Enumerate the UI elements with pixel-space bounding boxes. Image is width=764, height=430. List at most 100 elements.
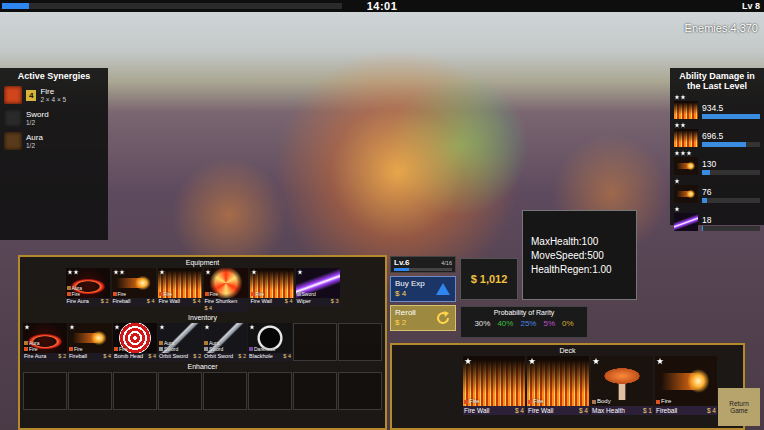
- ball-icon: [674, 185, 698, 203]
- tag-list: Darkness: [249, 346, 275, 352]
- synergy-count: 4: [26, 90, 36, 101]
- empty-slot[interactable]: [158, 372, 202, 410]
- tag-icon: [159, 347, 163, 351]
- button-price: $ 4: [395, 289, 425, 299]
- tag-label: Fire: [118, 291, 127, 297]
- ability-card[interactable]: FireFireball$ 4: [655, 356, 717, 415]
- card-name-strip: Fireball$ 4: [655, 406, 717, 415]
- empty-slot[interactable]: [23, 372, 67, 410]
- ability-card[interactable]: FireFire Wall$ 4: [463, 356, 525, 415]
- empty-slot[interactable]: [293, 323, 337, 361]
- star-icon: [464, 357, 472, 365]
- empty-slot[interactable]: [203, 372, 247, 410]
- ability-card[interactable]: AuraFireFire Aura$ 2: [23, 323, 67, 361]
- section-title: Inventory: [23, 314, 382, 321]
- ability-card[interactable]: FireFire Shuriken$ 4: [204, 268, 248, 312]
- ability-card[interactable]: AuraSwordOrbit Sword$ 2: [158, 323, 202, 361]
- tag-icon: [113, 292, 117, 296]
- return-game-button[interactable]: Return Game: [718, 388, 760, 426]
- ability-card[interactable]: FireFire Wall$ 4: [158, 268, 202, 312]
- stat-line: MaxHealth:100: [531, 236, 628, 247]
- star-icon: [528, 357, 536, 365]
- enhancer-row: [23, 372, 382, 410]
- empty-slot[interactable]: [68, 372, 112, 410]
- ability-card[interactable]: AuraSwordOrbit Sword $ 2: [203, 323, 247, 361]
- card-name-strip: Fireball$ 4: [68, 353, 112, 361]
- card-name: Orbit Sword: [204, 353, 233, 361]
- synergy-tag: Fire: [24, 346, 40, 352]
- empty-slot[interactable]: [113, 372, 157, 410]
- wall-icon: Fire: [250, 268, 294, 298]
- shop-controls: Lv.64/16Buy Exp$ 4Reroll$ 2: [390, 256, 456, 331]
- rarity-value: 40%: [497, 319, 513, 328]
- damage-bar: [702, 114, 760, 119]
- card-name: Fire Wall: [251, 298, 273, 306]
- ability-card[interactable]: DarknessBlackhole$ 4: [248, 323, 292, 361]
- buy-exp-button[interactable]: Buy Exp$ 4: [390, 276, 456, 302]
- card-name-strip: Orbit Sword$ 2: [158, 353, 202, 361]
- stat-line: HealthRegen:1.00: [531, 264, 628, 275]
- rarity-value: 30%: [474, 319, 490, 328]
- tag-label: Sword: [209, 346, 223, 352]
- synergy-tag: Fire: [159, 291, 173, 297]
- tag-icon: [204, 341, 208, 345]
- card-name-strip: Bomb Head$ 4: [113, 353, 157, 361]
- star-rating: [159, 269, 165, 275]
- tag-icon: [592, 400, 596, 404]
- card-name: Fire Aura: [24, 353, 46, 361]
- wall-icon: [674, 129, 698, 147]
- tag-icon: [249, 347, 253, 351]
- deck-panel: DeckFireFire Wall$ 4FireFire Wall$ 4Body…: [390, 343, 745, 430]
- empty-slot[interactable]: [338, 323, 382, 361]
- tag-list: Sword: [297, 291, 316, 297]
- card-name-strip: Fire Aura$ 2: [66, 298, 110, 306]
- synergy-row: Sword1/2: [4, 109, 104, 127]
- rarity-value: 25%: [520, 319, 536, 328]
- rarity-values: 30% 40% 25% 5% 0%: [474, 319, 573, 328]
- rarity-value: 5%: [543, 319, 555, 328]
- star-rating: [249, 324, 255, 330]
- card-price: $ 4: [579, 406, 588, 415]
- ability-card[interactable]: FireFire Wall$ 4: [527, 356, 589, 415]
- rarity-value: 0%: [562, 319, 574, 328]
- synergy-icon: [4, 86, 22, 104]
- ability-card[interactable]: FireFireball$ 4: [68, 323, 112, 361]
- star-icon: [251, 269, 257, 275]
- tag-label: Fire: [469, 398, 479, 405]
- gold-amount: $ 1,012: [460, 258, 518, 300]
- ability-card[interactable]: AuraFireFire Aura$ 2: [66, 268, 110, 312]
- card-price: $ 2: [238, 353, 246, 361]
- synergy-tag: Sword: [204, 346, 223, 352]
- tag-label: Fire: [72, 291, 81, 297]
- card-name: Fire Wall: [464, 406, 489, 415]
- enemy-count: Enemies:4,370: [685, 22, 758, 34]
- reroll-button[interactable]: Reroll$ 2: [390, 305, 456, 331]
- synergy-row: Aura1/2: [4, 132, 104, 150]
- empty-slot[interactable]: [293, 372, 337, 410]
- ability-card[interactable]: FireFireball$ 4: [112, 268, 156, 312]
- damage-value: 130: [702, 159, 760, 169]
- synergy-tag: Fire: [656, 398, 671, 405]
- section-title: Equipment: [23, 259, 382, 266]
- button-text: Buy Exp$ 4: [395, 279, 425, 299]
- sword-icon: AuraSword: [158, 323, 202, 353]
- synergy-tag: Fire: [205, 291, 219, 297]
- star-rating: [297, 269, 303, 275]
- ability-card[interactable]: FireBomb Head$ 4: [113, 323, 157, 361]
- tag-list: AuraSword: [204, 340, 223, 352]
- damage-fill: [702, 142, 746, 147]
- tag-list: AuraFire: [67, 285, 83, 297]
- ability-card[interactable]: BodyMax Health$ 1: [591, 356, 653, 415]
- shop-exp: 4/16: [441, 260, 452, 266]
- ability-card[interactable]: SwordWiper$ 3: [296, 268, 340, 312]
- button-label: Buy Exp: [395, 279, 425, 289]
- empty-slot[interactable]: [338, 372, 382, 410]
- card-name-strip: Fire Wall$ 4: [527, 406, 589, 415]
- card-price: $ 3: [331, 298, 339, 306]
- ability-card[interactable]: FireFire Wall$ 4: [250, 268, 294, 312]
- synergy-text: Aura1/2: [26, 133, 43, 149]
- empty-slot[interactable]: [248, 372, 292, 410]
- aura-icon: AuraFire: [66, 268, 110, 298]
- card-name: Fire Aura: [67, 298, 89, 306]
- card-price: $ 4: [148, 353, 156, 361]
